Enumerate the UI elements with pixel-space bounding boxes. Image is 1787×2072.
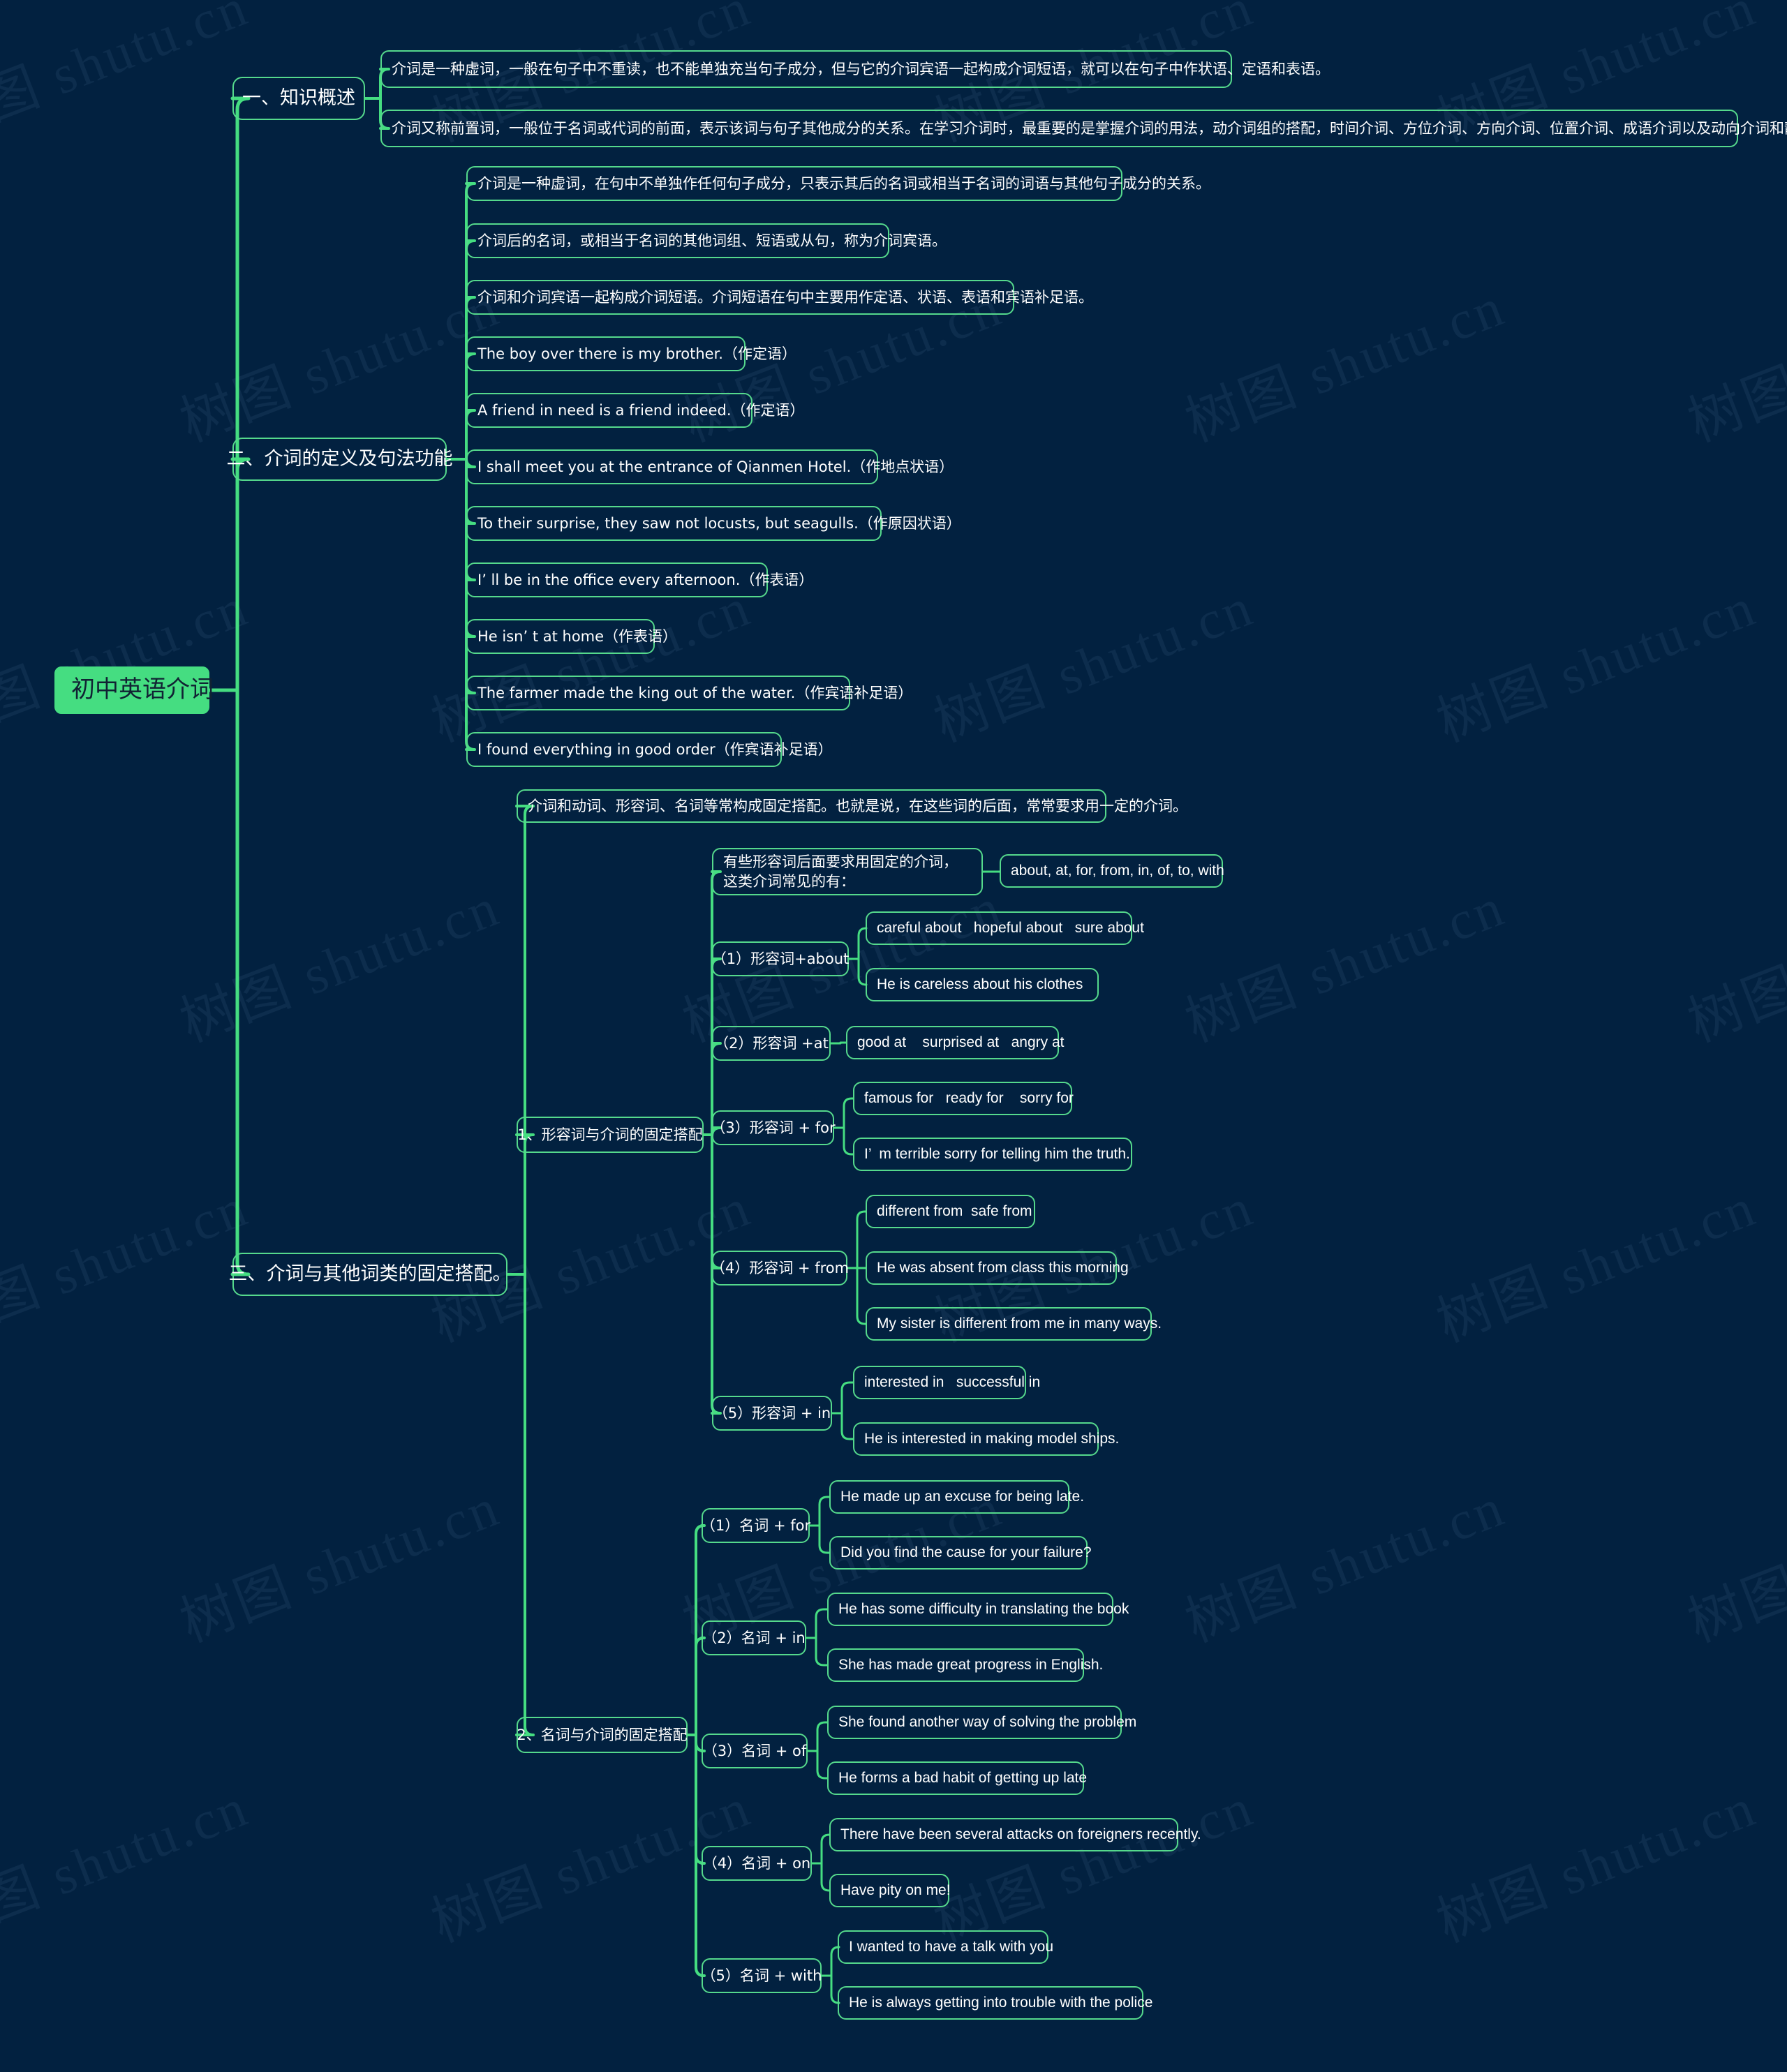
watermark-text: 树图 shutu.cn <box>670 2064 1012 2072</box>
noun-item-5-example-2[interactable]: He is always getting into trouble with t… <box>838 1986 1152 2020</box>
watermark-text: 树图 shutu.cn <box>1177 876 1513 1053</box>
watermark-text: 树图 shutu.cn <box>0 1776 257 1953</box>
watermark-text: 树图 shutu.cn <box>172 1476 508 1653</box>
noun-item-2-example-2[interactable]: She has made great progress in English. <box>827 1648 1103 1682</box>
adjective-item-1[interactable]: （1）形容词+about <box>712 941 849 976</box>
noun-item-4[interactable]: （4）名词 + on <box>702 1846 812 1881</box>
branch-1-child-2[interactable]: 介词又称前置词，一般位于名词或代词的前面，表示该词与句子其他成分的关系。在学习介… <box>380 110 1787 147</box>
adjective-item-4[interactable]: （4）形容词 + from <box>711 1251 849 1285</box>
watermark-text: 树图 shutu.cn <box>0 876 6 1053</box>
adjective-item-3[interactable]: （3）形容词 + for <box>711 1110 836 1145</box>
noun-item-4-example-2[interactable]: Have pity on me! <box>829 1874 951 1907</box>
watermark-text: 树图 shutu.cn <box>0 2064 7 2072</box>
watermark-text: 树图 shutu.cn <box>168 2064 510 2072</box>
noun-item-3-example-1[interactable]: She found another way of solving the pro… <box>827 1706 1136 1739</box>
branch-2-child-10[interactable]: The farmer made the king out of the wate… <box>466 676 912 710</box>
watermark-text: 树图 shutu.cn <box>1428 1176 1765 1353</box>
watermark-text: 树图 shutu.cn <box>1177 276 1513 453</box>
watermark-text: 树图 shutu.cn <box>1428 1776 1765 1953</box>
branch-node-3[interactable]: 三、介词与其他词类的固定搭配。 <box>229 1253 512 1296</box>
noun-item-1[interactable]: （1）名词 + for <box>701 1508 810 1543</box>
adjective-item-5[interactable]: （5）形容词 + in <box>712 1396 832 1431</box>
branch-2-child-3[interactable]: 介词和介词宾语一起构成介词短语。介词短语在句中主要用作定语、状语、表语和宾语补足… <box>466 280 1093 315</box>
root-node[interactable]: 初中英语介词 <box>54 666 214 714</box>
adjective-item-4-example-1[interactable]: different from safe from <box>866 1195 1035 1228</box>
watermark-text: 树图 shutu.cn <box>0 1476 6 1653</box>
watermark-text: 树图 shutu.cn <box>0 0 257 153</box>
watermark-text: 树图 shutu.cn <box>172 276 508 453</box>
branch-2-child-11[interactable]: I found everything in good order（作宾语补足语） <box>466 732 833 767</box>
adjective-item-4-example-2[interactable]: He was absent from class this morning <box>866 1251 1129 1285</box>
adjective-item-4-example-3[interactable]: My sister is different from me in many w… <box>866 1307 1162 1341</box>
noun-item-1-example-2[interactable]: Did you find the cause for your failure? <box>829 1536 1092 1570</box>
noun-item-3-example-2[interactable]: He forms a bad habit of getting up late <box>827 1761 1087 1795</box>
watermark-text: 树图 shutu.cn <box>1173 2064 1515 2072</box>
branch-2-child-5[interactable]: A friend in need is a friend indeed.（作定语… <box>466 393 805 428</box>
noun-item-1-example-1[interactable]: He made up an excuse for being late. <box>829 1480 1084 1514</box>
noun-item-2-example-1[interactable]: He has some difficulty in translating th… <box>827 1593 1129 1626</box>
watermark-text: 树图 shutu.cn <box>926 576 1262 753</box>
branch-node-2[interactable]: 二、介词的定义及句法功能 <box>227 438 453 481</box>
branch-2-child-4[interactable]: The boy over there is my brother.（作定语） <box>466 336 796 371</box>
noun-item-3[interactable]: （3）名词 + of <box>702 1734 808 1768</box>
noun-item-5[interactable]: （5）名词 + with <box>702 1958 822 1993</box>
watermark-text: 树图 shutu.cn <box>1428 576 1765 753</box>
watermark-text: 树图 shutu.cn <box>1680 876 1787 1053</box>
branch-3-intro[interactable]: 介词和动词、形容词、名词等常构成固定搭配。也就是说，在这些词的后面，常常要求用一… <box>517 789 1187 823</box>
watermark-text: 树图 shutu.cn <box>0 1176 257 1353</box>
adjective-item-2-example-1[interactable]: good at surprised at angry at <box>846 1026 1065 1059</box>
noun-item-4-example-1[interactable]: There have been several attacks on forei… <box>829 1818 1201 1851</box>
noun-item-5-example-1[interactable]: I wanted to have a talk with you <box>838 1930 1053 1964</box>
adjective-item-2[interactable]: （2）形容词 +at <box>712 1026 831 1061</box>
adjective-item-3-example-1[interactable]: famous for ready for sorry for <box>853 1082 1074 1115</box>
adjective-item-3-example-2[interactable]: I’ m terrible sorry for telling him the … <box>853 1138 1132 1171</box>
watermark-text: 树图 shutu.cn <box>0 276 6 453</box>
group-node-adjective[interactable]: 1、形容词与介词的固定搭配 <box>517 1117 704 1153</box>
branch-2-child-6[interactable]: I shall meet you at the entrance of Qian… <box>466 449 954 484</box>
adjective-item-1-example-2[interactable]: He is careless about his clothes <box>866 968 1099 1001</box>
watermark-text: 树图 shutu.cn <box>172 876 508 1053</box>
watermark-text: 树图 shutu.cn <box>1680 276 1787 453</box>
branch-node-1[interactable]: 一、知识概述 <box>232 77 365 120</box>
adjective-item-5-example-1[interactable]: interested in successful in <box>853 1366 1040 1399</box>
adjective-header-node[interactable]: 有些形容词后面要求用固定的介词，这类介词常见的有： <box>712 848 983 895</box>
adjective-item-1-example-1[interactable]: careful about hopeful about sure about <box>866 911 1144 945</box>
branch-2-child-2[interactable]: 介词后的名词，或相当于名词的其他词组、短语或从句，称为介词宾语。 <box>466 223 947 258</box>
branch-2-child-7[interactable]: To their surprise, they saw not locusts,… <box>466 506 961 541</box>
adjective-item-5-example-2[interactable]: He is interested in making model ships. <box>853 1422 1119 1456</box>
branch-2-child-8[interactable]: I’ ll be in the office every afternoon.（… <box>466 562 813 597</box>
mindmap-canvas: 树图 shutu.cn 树图 shutu.cn 树图 shutu.cn 树图 shut… <box>0 0 1787 2072</box>
branch-2-child-9[interactable]: He isn’ t at home（作表语） <box>466 619 677 654</box>
watermark-text: 树图 shutu.cn <box>0 576 257 753</box>
adjective-preposition-list[interactable]: about, at, for, from, in, of, to, with <box>1000 854 1224 888</box>
group-node-noun[interactable]: 2、名词与介词的固定搭配 <box>517 1717 688 1753</box>
watermark-text: 树图 shutu.cn <box>1675 2064 1787 2072</box>
noun-item-2[interactable]: （2）名词 + in <box>702 1620 806 1655</box>
watermark-text: 树图 shutu.cn <box>1177 1476 1513 1653</box>
watermark-text: 树图 shutu.cn <box>1680 1476 1787 1653</box>
branch-1-child-1[interactable]: 介词是一种虚词，一般在句子中不重读，也不能单独充当句子成分，但与它的介词宾语一起… <box>380 50 1330 88</box>
branch-2-child-1[interactable]: 介词是一种虚词，在句中不单独作任何句子成分，只表示其后的名词或相当于名词的词语与… <box>466 166 1210 201</box>
